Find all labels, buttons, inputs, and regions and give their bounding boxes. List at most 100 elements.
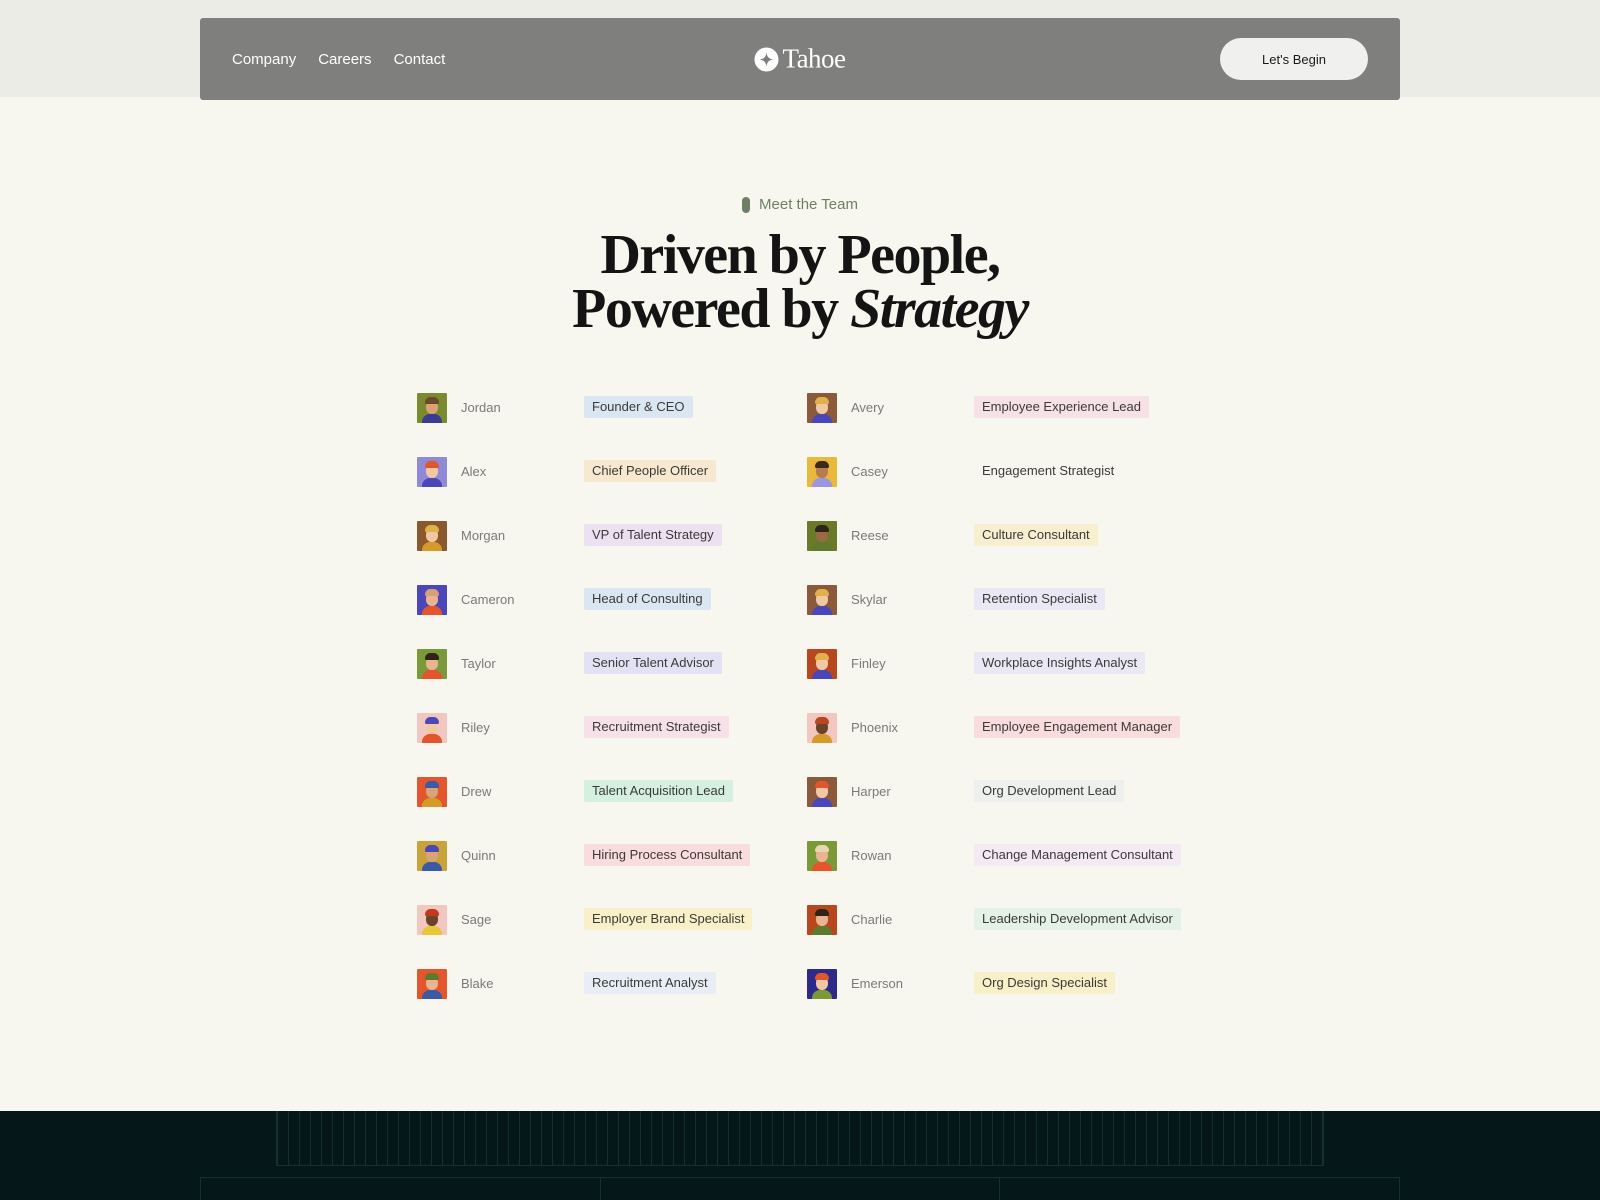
avatar [417, 777, 447, 807]
footer-decorative-lines [276, 1111, 1324, 1166]
nav-link-company[interactable]: Company [232, 51, 296, 68]
role-badge: Retention Specialist [974, 588, 1105, 610]
team-member-emerson: Emerson Org Design Specialist [807, 969, 1197, 1033]
avatar [807, 905, 837, 935]
role-badge: Employer Brand Specialist [584, 908, 753, 930]
role-badge: Founder & CEO [584, 396, 693, 418]
avatar-hair [425, 525, 439, 532]
avatar-body [422, 798, 442, 807]
avatar-body [422, 414, 442, 423]
avatar [417, 521, 447, 551]
avatar-body [812, 734, 832, 743]
role-badge: Change Management Consultant [974, 844, 1181, 866]
avatar-hair [815, 525, 829, 532]
nav-link-careers[interactable]: Careers [318, 51, 371, 68]
role-badge: Engagement Strategist [974, 460, 1123, 482]
team-member-blake: Blake Recruitment Analyst [417, 969, 807, 1033]
member-name: Taylor [461, 656, 496, 671]
avatar-body [422, 862, 442, 871]
avatar [807, 585, 837, 615]
avatar-hair [815, 845, 829, 852]
lets-begin-button[interactable]: Let's Begin [1220, 38, 1368, 80]
avatar-hair [815, 461, 829, 468]
avatar [807, 777, 837, 807]
team-member-casey: Casey Engagement Strategist [807, 457, 1197, 521]
role-badge: VP of Talent Strategy [584, 524, 722, 546]
member-name: Rowan [851, 848, 892, 863]
nav-links: Company Careers Contact [232, 51, 492, 68]
avatar-body [422, 990, 442, 999]
role-badge: Leadership Development Advisor [974, 908, 1181, 930]
nav-link-contact[interactable]: Contact [394, 51, 446, 68]
member-name: Avery [851, 400, 884, 415]
navbar: Company Careers Contact Tahoe Let's Begi… [200, 18, 1400, 100]
headline-line-1: Driven by People, [600, 224, 1001, 286]
member-name: Drew [461, 784, 492, 799]
headline-line-2-prefix: Powered by [572, 278, 851, 340]
avatar-body [422, 734, 442, 743]
team-member-harper: Harper Org Development Lead [807, 777, 1197, 841]
role-badge: Recruitment Strategist [584, 716, 729, 738]
avatar-body [812, 926, 832, 935]
avatar-hair [815, 909, 829, 916]
team-member-jordan: Jordan Founder & CEO [417, 393, 807, 457]
role-badge: Workplace Insights Analyst [974, 652, 1146, 674]
avatar-hair [815, 781, 829, 788]
role-badge: Hiring Process Consultant [584, 844, 751, 866]
member-name: Skylar [851, 592, 888, 607]
team-member-cameron: Cameron Head of Consulting [417, 585, 807, 649]
avatar-hair [815, 717, 829, 724]
team-list: Jordan Founder & CEO Avery Employee Experie… [417, 393, 1197, 1033]
member-name: Jordan [461, 400, 501, 415]
avatar-body [812, 606, 832, 615]
avatar [807, 393, 837, 423]
avatar [417, 585, 447, 615]
brand-logo[interactable]: Tahoe [754, 43, 846, 75]
member-name: Alex [461, 464, 487, 479]
avatar [417, 393, 447, 423]
team-member-skylar: Skylar Retention Specialist [807, 585, 1197, 649]
avatar [807, 969, 837, 999]
avatar-body [812, 478, 832, 487]
avatar-hair [815, 973, 829, 980]
avatar-hair [425, 589, 439, 596]
avatar [417, 649, 447, 679]
section-eyebrow: Meet the Team [0, 196, 1600, 213]
team-member-finley: Finley Workplace Insights Analyst [807, 649, 1197, 713]
team-member-taylor: Taylor Senior Talent Advisor [417, 649, 807, 713]
avatar [807, 521, 837, 551]
team-member-rowan: Rowan Change Management Consultant [807, 841, 1197, 905]
role-badge: Chief People Officer [584, 460, 717, 482]
role-badge: Org Design Specialist [974, 972, 1115, 994]
member-name: Harper [851, 784, 891, 799]
avatar-body [422, 670, 442, 679]
avatar-hair [425, 909, 439, 916]
avatar-body [422, 926, 442, 935]
team-member-charlie: Charlie Leadership Development Advisor [807, 905, 1197, 969]
avatar-body [812, 542, 832, 551]
footer-column [599, 1178, 1000, 1200]
team-member-drew: Drew Talent Acquisition Lead [417, 777, 807, 841]
role-badge: Head of Consulting [584, 588, 711, 610]
avatar [807, 713, 837, 743]
member-name: Riley [461, 720, 490, 735]
team-member-riley: Riley Recruitment Strategist [417, 713, 807, 777]
avatar-body [812, 414, 832, 423]
eyebrow-marker [742, 196, 751, 213]
member-name: Emerson [851, 976, 904, 991]
avatar [807, 457, 837, 487]
role-badge: Talent Acquisition Lead [584, 780, 733, 802]
team-member-avery: Avery Employee Experience Lead [807, 393, 1197, 457]
avatar-hair [425, 461, 439, 468]
member-name: Reese [851, 528, 889, 543]
brand-name: Tahoe [782, 43, 846, 74]
avatar-hair [425, 653, 439, 660]
team-member-phoenix: Phoenix Employee Engagement Manager [807, 713, 1197, 777]
avatar-hair [425, 717, 439, 724]
avatar [417, 457, 447, 487]
avatar [417, 841, 447, 871]
footer [0, 1111, 1600, 1200]
avatar [807, 649, 837, 679]
avatar-body [422, 542, 442, 551]
page-title: Driven by People, Powered by Strategy [0, 227, 1600, 337]
